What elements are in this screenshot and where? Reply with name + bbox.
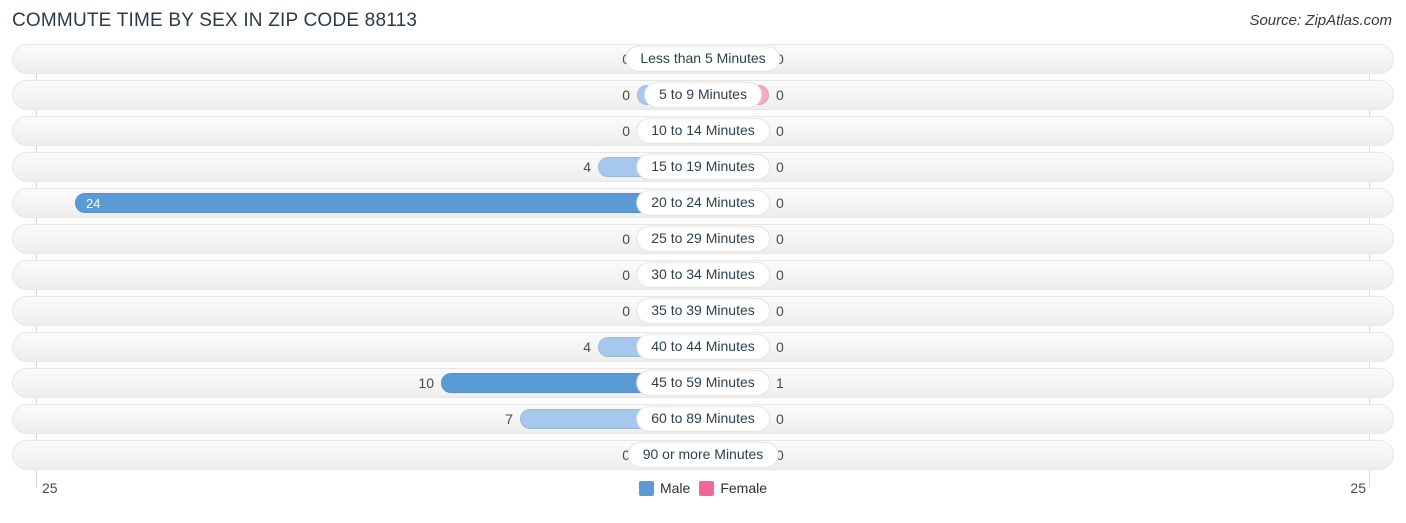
legend-label-female: Female (720, 480, 768, 496)
bar-row[interactable]: 0 0 90 or more Minutes (12, 440, 1394, 470)
female-side: 0 (703, 85, 1393, 105)
male-side: 0 (13, 85, 703, 105)
female-side: 0 (703, 409, 1393, 429)
female-side: 0 (703, 121, 1393, 141)
axis-label-left: 25 (42, 480, 58, 496)
bar-row[interactable]: 10 1 45 to 59 Minutes (12, 368, 1394, 398)
female-value-label: 0 (776, 339, 784, 355)
bar-row[interactable]: 24 0 20 to 24 Minutes (12, 188, 1394, 218)
category-label: 5 to 9 Minutes (644, 81, 762, 109)
male-side: 4 (13, 157, 703, 177)
chart-legend: Male Female (638, 480, 767, 496)
male-side: 0 (13, 445, 703, 465)
male-bar[interactable]: 24 (75, 193, 703, 213)
female-side: 0 (703, 301, 1393, 321)
female-side: 0 (703, 229, 1393, 249)
female-side: 0 (703, 49, 1393, 69)
male-side: 24 (13, 193, 703, 213)
source-attribution: Source: ZipAtlas.com (1249, 12, 1392, 29)
legend-item-female[interactable]: Female (699, 480, 767, 496)
legend-item-male[interactable]: Male (638, 480, 691, 496)
male-value-label: 4 (583, 159, 591, 175)
bar-row[interactable]: 4 0 40 to 44 Minutes (12, 332, 1394, 362)
chart-plot-area: 00Less than 5 Minutes005 to 9 Minutes001… (12, 44, 1394, 488)
category-label: 20 to 24 Minutes (636, 189, 770, 217)
male-value-label: 24 (86, 195, 101, 211)
female-value-label: 0 (776, 267, 784, 283)
bar-row[interactable]: 00Less than 5 Minutes (12, 44, 1394, 74)
male-side: 0 (13, 121, 703, 141)
female-value-label: 0 (776, 303, 784, 319)
female-value-label: 0 (776, 123, 784, 139)
category-label: 15 to 19 Minutes (636, 153, 770, 181)
female-value-label: 1 (776, 375, 784, 391)
female-side: 0 (703, 265, 1393, 285)
male-value-label: 10 (418, 375, 434, 391)
male-value-label: 0 (622, 267, 630, 283)
female-side: 0 (703, 157, 1393, 177)
bar-row[interactable]: 0 0 5 to 9 Minutes (12, 80, 1394, 110)
female-value-label: 0 (776, 159, 784, 175)
male-side: 10 (13, 373, 703, 393)
category-label: 90 or more Minutes (627, 441, 779, 469)
bar-rows-container: 00Less than 5 Minutes005 to 9 Minutes001… (12, 44, 1394, 470)
male-value-label: 4 (583, 339, 591, 355)
chart-footer: 25 25 Male Female (12, 476, 1394, 510)
category-label: 40 to 44 Minutes (636, 333, 770, 361)
female-value-label: 0 (776, 195, 784, 211)
male-value-label: 7 (505, 411, 513, 427)
female-side: 1 (703, 373, 1393, 393)
page-title: COMMUTE TIME BY SEX IN ZIP CODE 88113 (12, 10, 418, 31)
bar-row[interactable]: 0 0 30 to 34 Minutes (12, 260, 1394, 290)
category-label: 10 to 14 Minutes (636, 117, 770, 145)
male-side: 4 (13, 337, 703, 357)
legend-swatch-female-icon (699, 480, 715, 496)
category-label: 45 to 59 Minutes (636, 369, 770, 397)
category-label: 35 to 39 Minutes (636, 297, 770, 325)
bar-row[interactable]: 7 0 60 to 89 Minutes (12, 404, 1394, 434)
male-value-label: 0 (622, 87, 630, 103)
male-side: 0 (13, 301, 703, 321)
legend-label-male: Male (659, 480, 691, 496)
female-value-label: 0 (776, 411, 784, 427)
male-value-label: 0 (622, 303, 630, 319)
axis-label-right: 25 (1350, 480, 1366, 496)
bar-row[interactable]: 0 0 25 to 29 Minutes (12, 224, 1394, 254)
male-value-label: 0 (622, 123, 630, 139)
category-label: 30 to 34 Minutes (636, 261, 770, 289)
male-side: 0 (13, 229, 703, 249)
bar-row[interactable]: 0 0 10 to 14 Minutes (12, 116, 1394, 146)
female-side: 0 (703, 445, 1393, 465)
category-label: 60 to 89 Minutes (636, 405, 770, 433)
bar-row[interactable]: 0 0 35 to 39 Minutes (12, 296, 1394, 326)
category-label: Less than 5 Minutes (625, 45, 781, 73)
category-label: 25 to 29 Minutes (636, 225, 770, 253)
female-value-label: 0 (776, 231, 784, 247)
male-side: 0 (13, 265, 703, 285)
female-side: 0 (703, 337, 1393, 357)
female-side: 0 (703, 193, 1393, 213)
male-side: 7 (13, 409, 703, 429)
legend-swatch-male-icon (638, 480, 654, 496)
female-value-label: 0 (776, 87, 784, 103)
male-side: 0 (13, 49, 703, 69)
bar-row[interactable]: 4 0 15 to 19 Minutes (12, 152, 1394, 182)
male-value-label: 0 (622, 231, 630, 247)
chart-header: COMMUTE TIME BY SEX IN ZIP CODE 88113 So… (0, 0, 1406, 44)
